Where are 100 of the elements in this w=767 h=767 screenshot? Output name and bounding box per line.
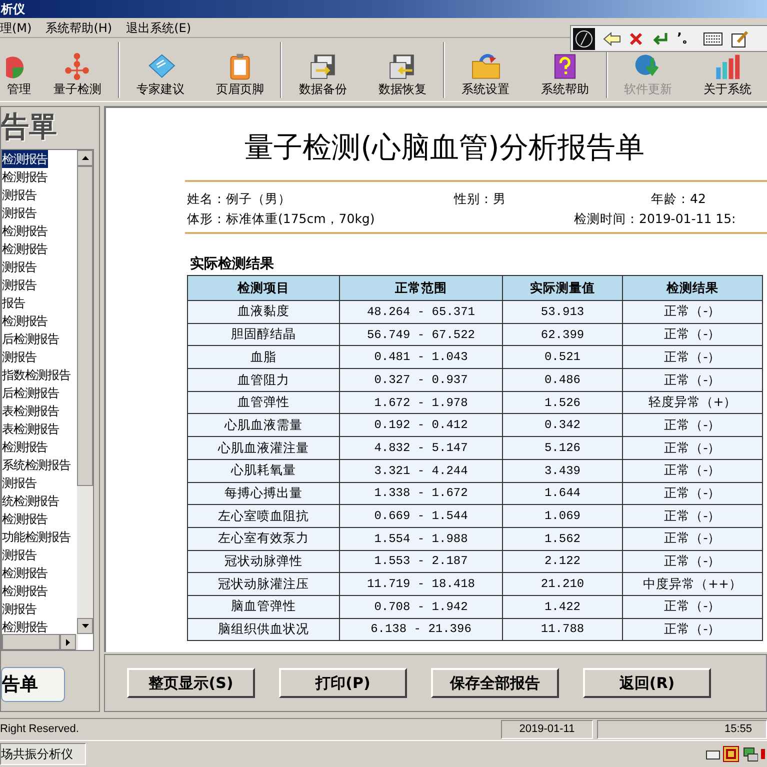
report-list-item[interactable]: 测报告 (2, 474, 36, 492)
report-title: 量子检测(心脑血管)分析报告单 (244, 129, 646, 166)
report-list-item[interactable]: 测报告 (2, 546, 36, 564)
menu-item[interactable]: 系统帮助(H) (46, 18, 112, 36)
table-cell: 3.439 (502, 459, 622, 482)
report-list-item[interactable]: 检测报告 (2, 510, 48, 528)
report-list-item[interactable]: 功能检测报告 (2, 528, 70, 546)
table-cell: 冠状动脉灌注压 (188, 572, 340, 596)
table-cell: 中度异常（++） (622, 572, 762, 596)
report-list-item[interactable]: 测报告 (2, 276, 36, 294)
table-cell: 0.486 (502, 368, 622, 392)
table-cell: 11.719 - 18.418 (340, 572, 502, 596)
report-list-item[interactable]: 检测报告 (2, 222, 48, 240)
report-button[interactable]: 告单 (1, 667, 65, 702)
report-list-item[interactable]: 检测报告 (2, 582, 48, 600)
table-cell: 5.126 (502, 436, 622, 460)
scroll-thumb[interactable] (77, 166, 93, 486)
report-list-item[interactable]: 检测报告 (2, 240, 48, 258)
toolbar-button[interactable]: 量子检测 (38, 53, 117, 98)
report-list-item[interactable]: 表检测报告 (2, 402, 60, 420)
report-list-item[interactable]: 检测报告 (2, 564, 48, 582)
up-arrow-icon[interactable] (82, 156, 88, 160)
toolbar-button[interactable]: 系统设置 (446, 53, 526, 98)
action-button[interactable]: 打印(P) (279, 668, 407, 698)
horizontal-scrollbar[interactable] (2, 634, 78, 650)
table-cell: 1.554 - 1.988 (340, 527, 502, 550)
toolbar-button[interactable]: 数据备份 (283, 53, 363, 98)
table-cell: 正常（-） (622, 368, 762, 392)
table-cell: 正常（-） (622, 618, 762, 641)
table-cell: 0.708 - 1.942 (340, 595, 502, 618)
gender-field: 性别：男 (454, 190, 651, 210)
action-button[interactable]: 保存全部报告 (431, 668, 559, 698)
toolbar-button[interactable]: 关于系统 (688, 53, 767, 98)
report-list-item[interactable]: 检测报告 (2, 438, 48, 456)
report-list-item[interactable]: 测报告 (2, 600, 36, 618)
punctuation-toggle[interactable]: ’。 (677, 28, 695, 48)
column-header: 正常范围 (340, 276, 502, 300)
vertical-scrollbar[interactable] (77, 150, 93, 634)
down-arrow-icon[interactable] (82, 624, 88, 628)
report-list-item[interactable]: 后检测报告 (2, 384, 60, 402)
toolbar-button[interactable]: 专家建议 (120, 53, 200, 98)
table-cell: 正常（-） (622, 436, 762, 460)
report-list-item[interactable]: 系统检测报告 (2, 456, 70, 474)
report-list-item[interactable]: 测报告 (2, 186, 36, 204)
report-list-item[interactable]: 后检测报告 (2, 330, 60, 348)
edit-icon[interactable] (730, 30, 749, 48)
report-list-item[interactable]: 测报告 (2, 258, 36, 276)
taskbar-button[interactable]: 场共振分析仪 (0, 743, 86, 765)
table-cell: 正常（-） (622, 300, 762, 324)
column-header: 检测项目 (188, 276, 340, 300)
table-cell: 血管阻力 (188, 368, 340, 392)
table-cell: 3.321 - 4.244 (340, 459, 502, 482)
body-type-field: 体形：标准体重(175cm，70kg) (187, 210, 574, 230)
table-cell: 6.138 - 21.396 (340, 618, 502, 641)
name-field: 姓名：例子（男） (187, 190, 454, 210)
menu-item[interactable]: 理(M) (0, 18, 32, 36)
action-button[interactable]: 返回(R) (583, 668, 711, 698)
network-icon[interactable] (742, 746, 758, 762)
table-cell: 0.327 - 0.937 (340, 368, 502, 392)
menu-item[interactable]: 退出系统(E) (126, 18, 192, 36)
status-time: 15:55 (597, 720, 767, 739)
square-target-icon[interactable] (723, 746, 739, 762)
table-cell: 1.562 (502, 527, 622, 550)
table-cell: 0.669 - 1.544 (340, 504, 502, 528)
table-cell: 左心室有效泵力 (188, 527, 340, 550)
action-button[interactable]: 整页显示(S) (127, 668, 255, 698)
table-cell: 1.069 (502, 504, 622, 528)
table-cell: 正常（-） (622, 504, 762, 528)
report-list-item[interactable]: 检测报告 (2, 312, 48, 330)
report-list-item[interactable]: 检测报告 (2, 618, 48, 634)
table-cell: 正常（-） (622, 459, 762, 482)
table-cell: 正常（-） (622, 595, 762, 618)
report-list-item[interactable]: 检测报告 (2, 168, 48, 186)
report-list-item[interactable]: 报告 (2, 294, 25, 312)
report-list-item[interactable]: 测报告 (2, 204, 36, 222)
copyright-text: Right Reserved. (0, 722, 80, 738)
report-list-item[interactable]: 统检测报告 (2, 492, 60, 510)
report-list-item[interactable]: 测报告 (2, 348, 36, 366)
right-arrow-icon[interactable] (66, 638, 70, 646)
table-cell: 48.264 - 65.371 (340, 300, 502, 324)
report-list-item[interactable]: 指数检测报告 (2, 366, 70, 384)
enter-icon[interactable] (651, 32, 669, 46)
toolbar-button[interactable]: 数据恢复 (362, 53, 442, 98)
report-list-item[interactable]: 检测报告 (2, 150, 48, 168)
column-header: 实际测量值 (502, 276, 622, 300)
logo-icon (573, 28, 595, 50)
toolbar-button[interactable]: 系统帮助 (525, 53, 605, 98)
title-bar: 析仪 (0, 0, 767, 18)
age-field: 年龄：42 (651, 190, 706, 210)
table-cell: 正常（-） (622, 527, 762, 550)
table-cell: 心肌耗氧量 (188, 459, 340, 482)
left-arrow-icon[interactable] (603, 32, 621, 46)
toolbar-button[interactable]: 页眉页脚 (200, 53, 280, 98)
report-list-item[interactable]: 表检测报告 (2, 420, 60, 438)
toolbar-button[interactable]: 管理 (0, 53, 38, 98)
close-icon[interactable] (629, 32, 643, 46)
test-time-field: 检测时间：2019-01-11 15: (574, 210, 736, 230)
column-header: 检测结果 (622, 276, 762, 300)
table-cell: 左心室喷血阻抗 (188, 504, 340, 528)
scroll-thumb[interactable] (2, 634, 60, 650)
